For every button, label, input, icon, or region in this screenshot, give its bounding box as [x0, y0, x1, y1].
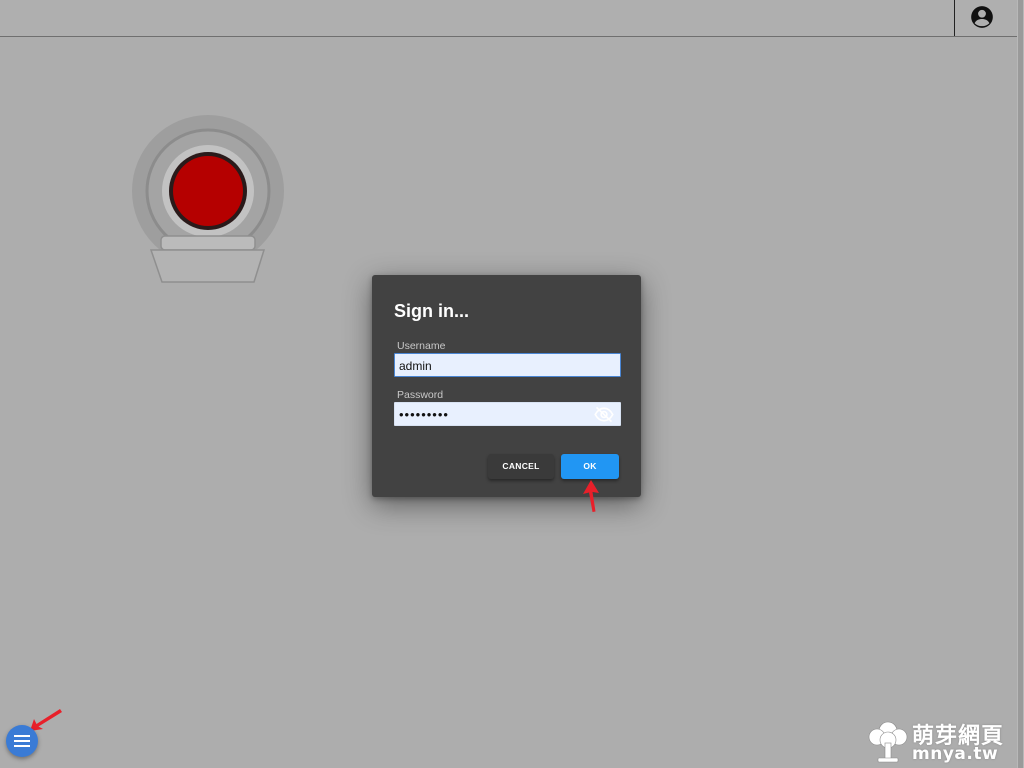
- annotation-arrow-ok: [583, 480, 599, 512]
- password-label: Password: [397, 389, 444, 401]
- account-button[interactable]: [969, 4, 995, 30]
- menu-icon: [14, 735, 30, 747]
- eye-off-icon[interactable]: [594, 406, 614, 423]
- topbar-divider: [954, 0, 955, 36]
- alarm-bell-illustration: [132, 115, 284, 283]
- scrollbar-thumb[interactable]: [1018, 0, 1023, 768]
- password-value: •••••••••: [399, 407, 449, 422]
- menu-fab-button[interactable]: [6, 725, 38, 757]
- username-label: Username: [397, 340, 446, 352]
- password-input[interactable]: •••••••••: [394, 402, 621, 426]
- site-watermark: 萌芽網頁 mnya.tw: [866, 718, 1021, 766]
- username-input[interactable]: admin: [394, 353, 621, 377]
- watermark-url: mnya.tw: [912, 744, 999, 764]
- tree-logo-icon: [868, 721, 908, 763]
- top-bar: [0, 0, 1017, 37]
- vertical-scrollbar[interactable]: [1017, 0, 1024, 768]
- account-circle-icon: [971, 6, 993, 28]
- page: Sign in... Username admin Password •••••…: [0, 0, 1024, 768]
- cancel-button[interactable]: CANCEL: [488, 454, 554, 479]
- dialog-title: Sign in...: [394, 301, 469, 321]
- ok-button[interactable]: OK: [561, 454, 619, 479]
- sign-in-dialog: Sign in... Username admin Password •••••…: [372, 275, 641, 497]
